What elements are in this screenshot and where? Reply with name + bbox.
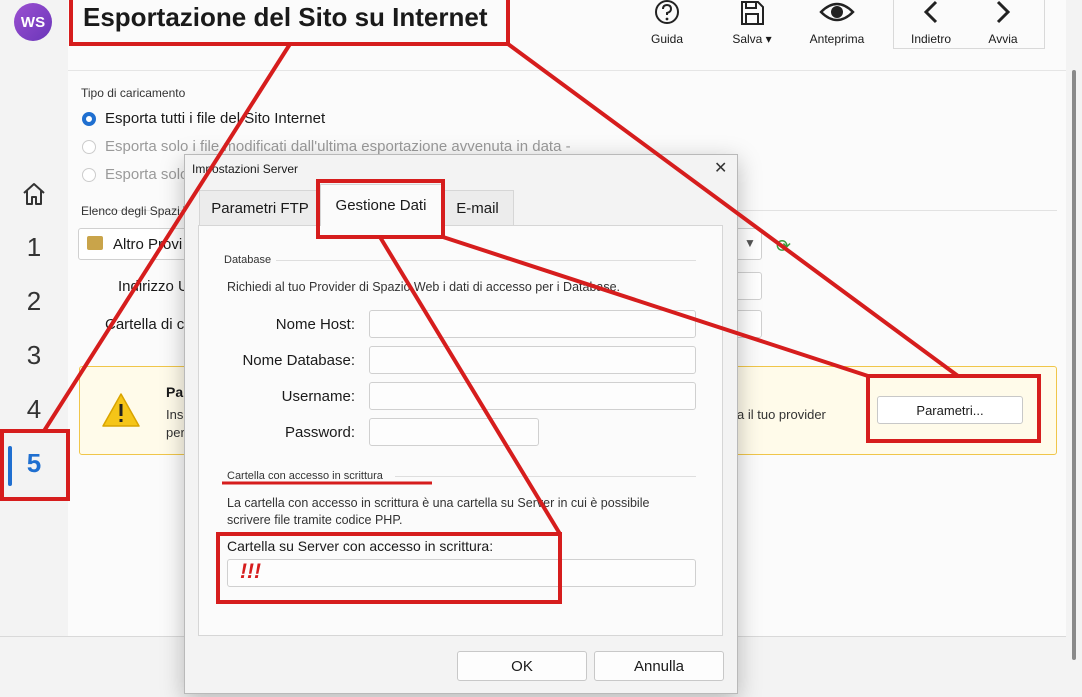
database-group-title: Database [224,254,272,266]
warning-text-tail: a il tuo provider [737,407,826,422]
chevron-down-icon[interactable]: ▼ [744,236,756,250]
step-5[interactable]: 5 [0,448,68,479]
start-label: Avvia [988,32,1018,46]
radio-export-all[interactable]: Esporta tutti i file del Sito Internet [82,110,325,127]
write-folder-description-line2: scrivere file tramite codice PHP. [227,513,403,527]
warning-icon [102,393,140,427]
radio-export-all-label: Esporta tutti i file del Sito Internet [105,110,326,127]
preview-label: Anteprima [809,32,865,46]
host-name-label: Nome Host: [275,316,355,333]
warning-title: Pa [166,384,184,400]
tab-email[interactable]: E-mail [441,190,514,226]
upload-type-label: Tipo di caricamento [81,86,186,100]
start-button[interactable]: Avvia [968,0,1038,46]
step-1[interactable]: 1 [0,232,68,263]
back-label: Indietro [910,32,952,46]
back-button[interactable]: Indietro [896,0,966,46]
refresh-icon[interactable]: ⟳ [776,236,791,257]
chevron-right-icon [996,0,1011,24]
cancel-button[interactable]: Annulla [594,651,724,681]
radio-export-modified[interactable]: Esporta solo i file modificati dall'ulti… [82,138,571,155]
tab-data-management[interactable]: Gestione Dati [320,184,442,226]
web-space-selected: Altro Provi [113,236,183,253]
ok-button[interactable]: OK [457,651,587,681]
close-icon[interactable]: ✕ [714,158,727,178]
database-name-input[interactable] [369,346,696,374]
dialog-title: Impostazioni Server [192,162,299,176]
database-name-label: Nome Database: [242,352,355,369]
write-folder-description-line1: La cartella con accesso in scrittura è u… [227,496,650,510]
password-input[interactable] [369,418,539,446]
radio-button[interactable] [82,139,96,154]
write-folder-input[interactable] [227,559,696,587]
radio-button-selected[interactable] [82,111,96,126]
radio-export-only-label: Esporta solo [105,166,189,183]
step-3[interactable]: 3 [0,340,68,371]
address-input[interactable] [734,272,762,300]
parameters-button[interactable]: Parametri... [877,396,1023,424]
host-name-input[interactable] [369,310,696,338]
radio-export-modified-label: Esporta solo i file modificati dall'ulti… [105,138,571,155]
write-folder-label: Cartella su Server con accesso in scritt… [227,538,494,554]
password-label: Password: [284,424,355,441]
page-title: Esportazione del Sito su Internet [83,2,488,32]
preview-button[interactable]: Anteprima [802,0,872,46]
radio-export-only[interactable]: Esporta solo [82,166,188,183]
group-divider [276,260,696,261]
folder-icon [87,236,103,250]
warning-text-line2: per [166,425,185,440]
step-4[interactable]: 4 [0,394,68,425]
header-divider [68,70,1066,71]
database-description: Richiedi al tuo Provider di Spazio Web i… [227,280,621,294]
help-label: Guida [650,32,684,46]
floppy-disk-icon [741,1,764,25]
username-label: Username: [281,388,355,405]
address-label: Indirizzo U [118,278,189,295]
scrollbar-thumb[interactable] [1072,70,1076,660]
chevron-left-icon [923,0,938,24]
step-2[interactable]: 2 [0,286,68,317]
app-logo: WS [14,3,52,41]
help-button[interactable]: Guida [632,0,702,46]
username-input[interactable] [369,382,696,410]
save-label: Salva ▾ [732,32,772,46]
tab-ftp-parameters[interactable]: Parametri FTP [199,190,321,226]
eye-icon [819,2,855,22]
group-divider [395,476,696,477]
browse-folder-button[interactable] [734,310,762,338]
save-button[interactable]: Salva ▾ [717,0,787,46]
home-icon[interactable] [20,180,48,208]
write-folder-group-title: Cartella con accesso in scrittura [227,470,383,482]
folder-label: Cartella di c [105,316,185,333]
write-folder-value: !!! [240,560,261,583]
warning-text-line1: Ins [166,407,184,422]
sidebar [0,0,68,636]
help-circle-icon [655,0,679,24]
radio-button[interactable] [82,167,96,182]
spaces-label: Elenco degli Spazi W [81,204,195,218]
